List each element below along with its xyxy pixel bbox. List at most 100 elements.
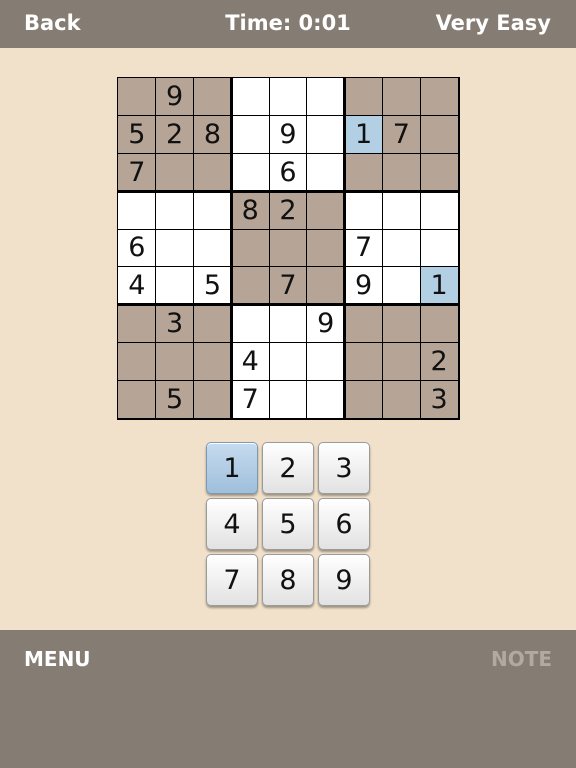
cell-r8-c3[interactable] bbox=[193, 342, 232, 381]
number-key-2[interactable]: 2 bbox=[262, 442, 314, 494]
cell-r5-c8[interactable] bbox=[382, 229, 421, 267]
cell-r4-c2[interactable] bbox=[155, 191, 194, 230]
cell-r6-c5[interactable]: 7 bbox=[269, 266, 307, 305]
number-key-5[interactable]: 5 bbox=[262, 498, 314, 550]
cell-r4-c9[interactable] bbox=[420, 191, 458, 230]
cell-r7-c2[interactable]: 3 bbox=[155, 304, 194, 343]
cell-r8-c1[interactable] bbox=[118, 342, 156, 381]
cell-divider bbox=[193, 78, 195, 418]
cell-r7-c7[interactable] bbox=[344, 304, 383, 343]
cell-r6-c4[interactable] bbox=[231, 266, 270, 305]
cell-r2-c8[interactable]: 7 bbox=[382, 115, 421, 154]
number-key-3[interactable]: 3 bbox=[318, 442, 370, 494]
cell-r2-c4[interactable] bbox=[231, 115, 270, 154]
note-button[interactable]: NOTE bbox=[491, 647, 552, 671]
cell-r7-c8[interactable] bbox=[382, 304, 421, 343]
cell-r9-c7[interactable] bbox=[344, 380, 383, 418]
cell-r2-c6[interactable] bbox=[306, 115, 345, 154]
cell-r3-c8[interactable] bbox=[382, 153, 421, 192]
cell-r9-c1[interactable] bbox=[118, 380, 156, 418]
cell-r1-c3[interactable] bbox=[193, 78, 232, 116]
cell-r3-c1[interactable]: 7 bbox=[118, 153, 156, 192]
cell-r9-c8[interactable] bbox=[382, 380, 421, 418]
number-key-8[interactable]: 8 bbox=[262, 554, 314, 606]
cell-r3-c4[interactable] bbox=[231, 153, 270, 192]
cell-r2-c3[interactable]: 8 bbox=[193, 115, 232, 154]
cell-divider bbox=[268, 78, 270, 418]
cell-r7-c5[interactable] bbox=[269, 304, 307, 343]
cell-r3-c9[interactable] bbox=[420, 153, 458, 192]
cell-r1-c9[interactable] bbox=[420, 78, 458, 116]
menu-button[interactable]: MENU bbox=[24, 647, 91, 671]
cell-r8-c5[interactable] bbox=[269, 342, 307, 381]
cell-r3-c3[interactable] bbox=[193, 153, 232, 192]
cell-r5-c4[interactable] bbox=[231, 229, 270, 267]
cell-r8-c2[interactable] bbox=[155, 342, 194, 381]
cell-r1-c2[interactable]: 9 bbox=[155, 78, 194, 116]
cell-r6-c1[interactable]: 4 bbox=[118, 266, 156, 305]
cell-r8-c7[interactable] bbox=[344, 342, 383, 381]
cell-r9-c2[interactable]: 5 bbox=[155, 380, 194, 418]
box-divider bbox=[229, 78, 233, 418]
cell-r8-c9[interactable]: 2 bbox=[420, 342, 458, 381]
cell-r9-c6[interactable] bbox=[306, 380, 345, 418]
cell-r1-c7[interactable] bbox=[344, 78, 383, 116]
cell-r7-c4[interactable] bbox=[231, 304, 270, 343]
cell-r4-c7[interactable] bbox=[344, 191, 383, 230]
cell-r6-c6[interactable] bbox=[306, 266, 345, 305]
cell-r4-c6[interactable] bbox=[306, 191, 345, 230]
cell-r3-c7[interactable] bbox=[344, 153, 383, 192]
cell-r9-c9[interactable]: 3 bbox=[420, 380, 458, 418]
cell-r4-c4[interactable]: 8 bbox=[231, 191, 270, 230]
cell-r2-c1[interactable]: 5 bbox=[118, 115, 156, 154]
cell-r9-c4[interactable]: 7 bbox=[231, 380, 270, 418]
cell-r5-c3[interactable] bbox=[193, 229, 232, 267]
cell-r3-c6[interactable] bbox=[306, 153, 345, 192]
cell-r3-c2[interactable] bbox=[155, 153, 194, 192]
cell-r5-c5[interactable] bbox=[269, 229, 307, 267]
cell-r6-c8[interactable] bbox=[382, 266, 421, 305]
number-key-4[interactable]: 4 bbox=[206, 498, 258, 550]
cell-r4-c8[interactable] bbox=[382, 191, 421, 230]
cell-divider bbox=[118, 341, 458, 343]
cell-r1-c1[interactable] bbox=[118, 78, 156, 116]
cell-r5-c9[interactable] bbox=[420, 229, 458, 267]
cell-r8-c6[interactable] bbox=[306, 342, 345, 381]
cell-r5-c2[interactable] bbox=[155, 229, 194, 267]
number-key-6[interactable]: 6 bbox=[318, 498, 370, 550]
cell-r2-c9[interactable] bbox=[420, 115, 458, 154]
number-key-7[interactable]: 7 bbox=[206, 554, 258, 606]
number-key-9[interactable]: 9 bbox=[318, 554, 370, 606]
cell-r2-c5[interactable]: 9 bbox=[269, 115, 307, 154]
cell-r6-c9[interactable]: 1 bbox=[420, 266, 458, 305]
number-key-1[interactable]: 1 bbox=[206, 442, 258, 494]
back-button[interactable]: Back bbox=[24, 11, 81, 35]
box-divider bbox=[118, 189, 458, 193]
cell-r8-c4[interactable]: 4 bbox=[231, 342, 270, 381]
cell-r3-c5[interactable]: 6 bbox=[269, 153, 307, 192]
cell-r1-c6[interactable] bbox=[306, 78, 345, 116]
cell-r9-c3[interactable] bbox=[193, 380, 232, 418]
cell-r7-c1[interactable] bbox=[118, 304, 156, 343]
cell-r1-c8[interactable] bbox=[382, 78, 421, 116]
cell-r5-c6[interactable] bbox=[306, 229, 345, 267]
cell-r5-c1[interactable]: 6 bbox=[118, 229, 156, 267]
cell-r9-c5[interactable] bbox=[269, 380, 307, 418]
cell-r7-c6[interactable]: 9 bbox=[306, 304, 345, 343]
cell-r4-c1[interactable] bbox=[118, 191, 156, 230]
cell-r8-c8[interactable] bbox=[382, 342, 421, 381]
cell-r2-c2[interactable]: 2 bbox=[155, 115, 194, 154]
cell-r7-c3[interactable] bbox=[193, 304, 232, 343]
cell-r7-c9[interactable] bbox=[420, 304, 458, 343]
cell-r1-c5[interactable] bbox=[269, 78, 307, 116]
cell-r6-c3[interactable]: 5 bbox=[193, 266, 232, 305]
cell-r6-c2[interactable] bbox=[155, 266, 194, 305]
cell-r4-c5[interactable]: 2 bbox=[269, 191, 307, 230]
cell-r4-c3[interactable] bbox=[193, 191, 232, 230]
cell-r2-c7[interactable]: 1 bbox=[344, 115, 383, 154]
cell-divider bbox=[381, 78, 383, 418]
cell-r6-c7[interactable]: 9 bbox=[344, 266, 383, 305]
cell-r5-c7[interactable]: 7 bbox=[344, 229, 383, 267]
cell-r1-c4[interactable] bbox=[231, 78, 270, 116]
cell-divider bbox=[419, 78, 421, 418]
